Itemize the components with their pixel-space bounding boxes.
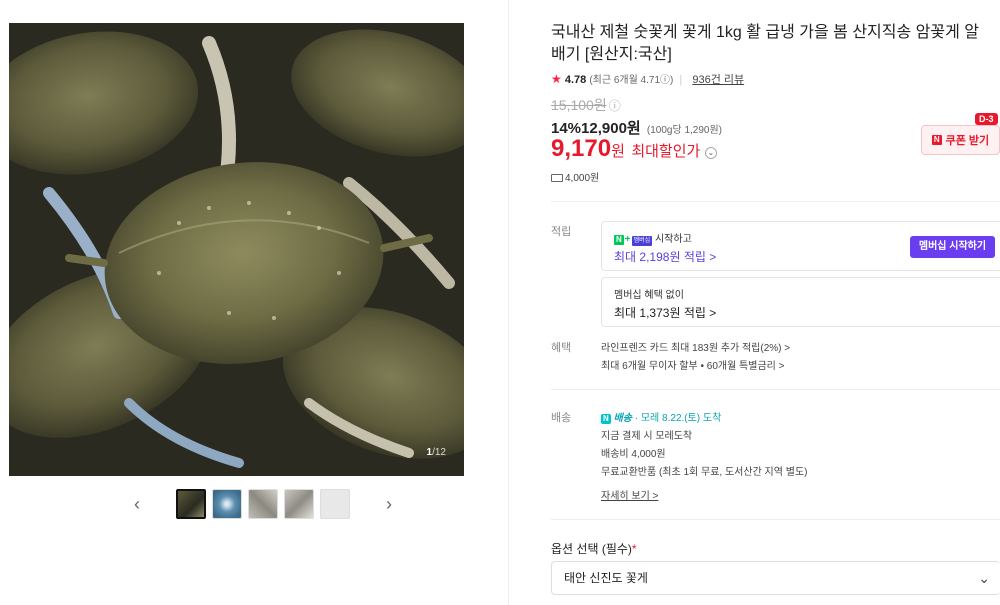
delivery-fee-note: 배송비 4,000원	[601, 449, 666, 460]
product-main-image[interactable]: 1/12	[9, 23, 464, 476]
plus-icon: +	[624, 234, 631, 245]
panel-divider	[508, 0, 509, 605]
thumbnail-strip: ‹ ›	[130, 488, 396, 520]
chevron-down-icon[interactable]: ⌄	[704, 147, 717, 159]
rating-score: 4.78	[564, 74, 587, 86]
membership-start-button[interactable]: 멤버십 시작하기	[910, 236, 995, 258]
max-discount-label: 최대할인가	[631, 143, 701, 160]
original-price: 15,100원 ⓘ	[551, 95, 621, 115]
member-max-points: 최대 2,198원 적립 >	[614, 250, 717, 264]
thumbnail-1[interactable]	[176, 489, 206, 519]
review-count-link[interactable]: 936건 리뷰	[692, 74, 744, 86]
page-total: /12	[432, 447, 446, 458]
delivery-date: · 모레 8.22.(토) 도착	[634, 413, 722, 424]
divider: |	[679, 74, 683, 86]
rating-row: ★ 4.78 (최근 6개월 4.71ⓘ) | 936건 리뷰	[551, 71, 744, 87]
naver-n-icon: N	[614, 235, 624, 245]
delivery-detail-link[interactable]: 자세히 보기 >	[601, 487, 658, 502]
n-delivery-icon: N	[601, 414, 611, 424]
no-member-max-points: 최대 1,373원 적립 >	[614, 306, 717, 320]
coupon-dday-badge: D-3	[975, 113, 998, 125]
chevron-down-icon: ⌄	[978, 570, 990, 586]
thumbnail-5[interactable]	[320, 489, 350, 519]
points-label: 적립	[551, 226, 572, 238]
section-divider	[551, 201, 1000, 202]
max-discount-price: 9,170	[551, 135, 612, 162]
section-divider	[551, 519, 1000, 520]
delivery-note: 지금 결제 시 모레도착	[601, 431, 693, 442]
coupon-label: 쿠폰 받기	[945, 135, 990, 147]
section-divider	[551, 389, 1000, 390]
benefits-label: 혜택	[551, 342, 572, 354]
option-select[interactable]: 태안 신진도 꽃게 ⌄	[551, 561, 1000, 595]
option-label: 옵션 선택 (필수)*	[551, 540, 637, 557]
max-discount-row[interactable]: 9,170원 최대할인가 ⌄	[551, 135, 717, 163]
truck-icon	[551, 174, 563, 182]
shipping-fee: 4,000원	[565, 173, 600, 184]
max-discount-won: 원	[611, 143, 625, 160]
product-title: 국내산 제철 숫꽃게 꽃게 1kg 활 급냉 가을 봄 산지직송 암꽃게 알배기…	[551, 24, 979, 63]
thumbnail-4[interactable]	[284, 489, 314, 519]
delivery-badge-label: 배송	[613, 413, 632, 424]
crab-photo	[9, 23, 464, 476]
thumbnail-2[interactable]	[212, 489, 242, 519]
shipping-fee-row: 4,000원	[551, 169, 599, 184]
chevron-right-icon[interactable]: ›	[382, 488, 396, 520]
star-icon: ★	[551, 72, 562, 86]
coupon-icon: N	[931, 135, 942, 145]
chevron-left-icon[interactable]: ‹	[130, 488, 144, 520]
option-selected-value: 태안 신진도 꽃게	[564, 571, 648, 585]
member-start-row: N + 멤버십 시작하고	[614, 230, 692, 246]
image-page-counter: 1/12	[427, 447, 446, 458]
membership-icon: 멤버십	[631, 236, 653, 246]
non-member-points-box[interactable]: 멤버십 혜택 없이 최대 1,373원 적립 >	[601, 277, 1000, 327]
info-icon[interactable]: ⓘ	[609, 97, 621, 114]
delivery-label: 배송	[551, 412, 572, 424]
installment-benefit-link[interactable]: 최대 6개월 무이자 할부 • 60개월 특별금리 >	[601, 357, 784, 372]
member-start-text: 시작하고	[654, 234, 692, 245]
thumbnail-3[interactable]	[248, 489, 278, 519]
card-benefit-link[interactable]: 라인프렌즈 카드 최대 183원 추가 적립(2%) >	[601, 339, 790, 354]
n-delivery-badge: N 배송	[601, 413, 632, 424]
delivery-arrival-row: N 배송 · 모레 8.22.(토) 도착	[601, 409, 721, 424]
recent-rating[interactable]: (최근 6개월 4.71ⓘ)	[589, 75, 673, 86]
option-label-text: 옵션 선택 (필수)	[551, 542, 632, 556]
coupon-button[interactable]: N 쿠폰 받기	[921, 125, 1000, 155]
original-price-value: 15,100원	[551, 97, 607, 113]
required-mark: *	[631, 542, 637, 556]
free-return-note: 무료교환반품 (최초 1회 무료, 도서산간 지역 별도)	[601, 467, 808, 478]
no-member-text: 멤버십 혜택 없이	[614, 290, 684, 301]
